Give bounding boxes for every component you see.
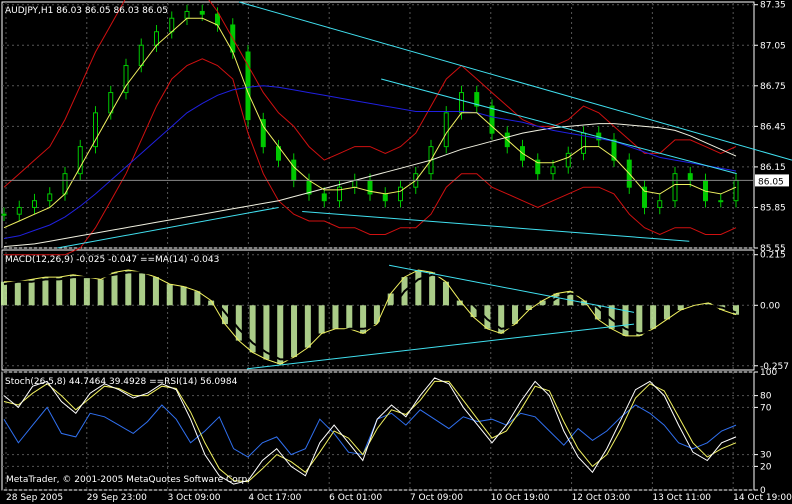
macd-histogram-bar xyxy=(415,270,422,306)
candle-body xyxy=(565,152,571,168)
candle-body xyxy=(443,112,449,148)
macd-histogram-bar xyxy=(304,305,311,348)
panel-frame-2 xyxy=(1,371,755,491)
x-tick-label: 4 Oct 17:00 xyxy=(248,493,301,503)
macd-histogram-bar xyxy=(235,305,242,341)
x-tick-label: 13 Oct 11:00 xyxy=(652,493,711,503)
candle-body xyxy=(382,193,388,202)
rsi-line xyxy=(3,404,737,458)
macd-histogram-bar xyxy=(429,272,436,306)
candle-body xyxy=(199,10,205,15)
macd-histogram-bar xyxy=(387,293,394,306)
candle-body xyxy=(489,105,495,134)
macd-histogram-bar xyxy=(125,270,132,306)
x-tick-label: 7 Oct 09:00 xyxy=(410,493,463,503)
candle-body xyxy=(32,200,37,208)
macd-histogram-bar xyxy=(1,281,7,306)
y-tick-label: 85.85 xyxy=(760,203,786,213)
macd-histogram-bar xyxy=(14,281,21,306)
current-price-label: 86.05 xyxy=(758,177,784,187)
macd-histogram-bar xyxy=(650,305,657,329)
y-tick-label: 0.215 xyxy=(760,251,786,261)
y-tick-label: 30 xyxy=(760,451,772,461)
x-tick-label: 6 Oct 01:00 xyxy=(329,493,382,503)
candle-body xyxy=(321,193,327,202)
candle-body xyxy=(718,200,724,203)
candle-body xyxy=(16,206,22,215)
x-tick-label: 28 Sep 2005 xyxy=(6,493,63,503)
macd-histogram-bar xyxy=(97,279,104,306)
y-tick-label: 87.05 xyxy=(760,41,786,51)
macd-histogram-bar xyxy=(277,305,284,365)
candle-body xyxy=(47,193,53,202)
y-tick-label: 70 xyxy=(760,403,772,413)
candle-body xyxy=(550,166,556,175)
y-tick-label: 86.75 xyxy=(760,82,786,92)
candle-body xyxy=(154,31,159,46)
candle-body xyxy=(687,173,693,181)
candle-body xyxy=(291,159,297,181)
macd-histogram-bar xyxy=(70,274,77,306)
candle-body xyxy=(1,213,7,216)
chart-window: 28 Sep 2005 29 Sep 23:00 3 Oct 09:00 4 Oct … xyxy=(0,0,792,504)
macd-histogram-bar xyxy=(166,284,173,306)
macd-histogram-bar xyxy=(152,277,159,306)
macd-histogram-bar xyxy=(83,277,90,306)
y-tick-label: 0.00 xyxy=(760,301,780,311)
y-tick-label: 80 xyxy=(760,392,772,402)
macd-histogram-bar xyxy=(663,305,670,320)
y-tick-label: 0 xyxy=(760,486,766,496)
y-tick-label: 86.15 xyxy=(760,163,786,173)
macd-histogram-bar xyxy=(56,277,63,306)
macd-histogram-bar xyxy=(346,305,353,329)
macd-histogram-bar xyxy=(42,277,49,306)
chart-canvas: 28 Sep 2005 29 Sep 23:00 3 Oct 09:00 4 Oct … xyxy=(1,0,792,503)
y-tick-label: 86.45 xyxy=(760,122,786,132)
y-tick-label: 100 xyxy=(760,368,777,378)
macd-histogram-bar xyxy=(194,291,201,306)
candle-body xyxy=(352,179,358,188)
macd-histogram-bar xyxy=(318,305,325,334)
macd-histogram-bar xyxy=(291,305,298,358)
price-title: AUDJPY,H1 86.03 86.05 86.03 86.05 xyxy=(5,6,168,16)
macd-histogram-bar xyxy=(733,305,739,315)
macd-histogram-bar xyxy=(332,305,339,329)
macd-histogram-bar xyxy=(373,305,380,325)
candle-body xyxy=(169,17,175,33)
x-tick-label: 12 Oct 03:00 xyxy=(572,493,631,503)
copyright-text: MetaTrader, © 2001-2005 MetaQuotes Softw… xyxy=(6,475,251,485)
y-tick-label: 87.35 xyxy=(760,1,786,11)
y-tick-label: 20 xyxy=(760,462,772,472)
bollinger-upper-line xyxy=(3,0,737,188)
candle-body xyxy=(398,186,403,202)
stoch-main-line xyxy=(3,377,737,485)
macd-histogram-bar xyxy=(539,300,546,306)
candle-body xyxy=(459,92,464,114)
x-tick-label: 3 Oct 09:00 xyxy=(168,493,221,503)
macd-histogram-bar xyxy=(139,272,146,306)
candle-body xyxy=(138,44,144,67)
candle-body xyxy=(184,10,190,19)
trendline xyxy=(238,1,792,161)
candle-body xyxy=(657,200,663,208)
candle-body xyxy=(733,179,739,202)
macd-histogram-bar xyxy=(180,286,187,306)
moving-average-mid-line xyxy=(3,85,737,239)
bollinger-lower-line xyxy=(4,58,737,256)
macd-title: MACD(12,26,9) -0.025 -0.047 ==MA(14) -0.… xyxy=(5,255,220,265)
candle-body xyxy=(215,13,220,26)
macd-histogram-bar xyxy=(525,305,532,310)
macd-histogram-bar xyxy=(636,305,643,336)
trendline xyxy=(389,264,635,313)
macd-histogram-bar xyxy=(28,279,35,306)
candle-body xyxy=(672,173,678,202)
stoch-title: Stoch(26,5,8) 44.7464 39.4928 ==RSI(14) … xyxy=(5,377,238,387)
panel-frame-0 xyxy=(1,1,755,249)
x-tick-label: 10 Oct 19:00 xyxy=(491,493,550,503)
macd-histogram-bar xyxy=(111,272,118,306)
x-tick-label: 29 Sep 23:00 xyxy=(87,493,147,503)
